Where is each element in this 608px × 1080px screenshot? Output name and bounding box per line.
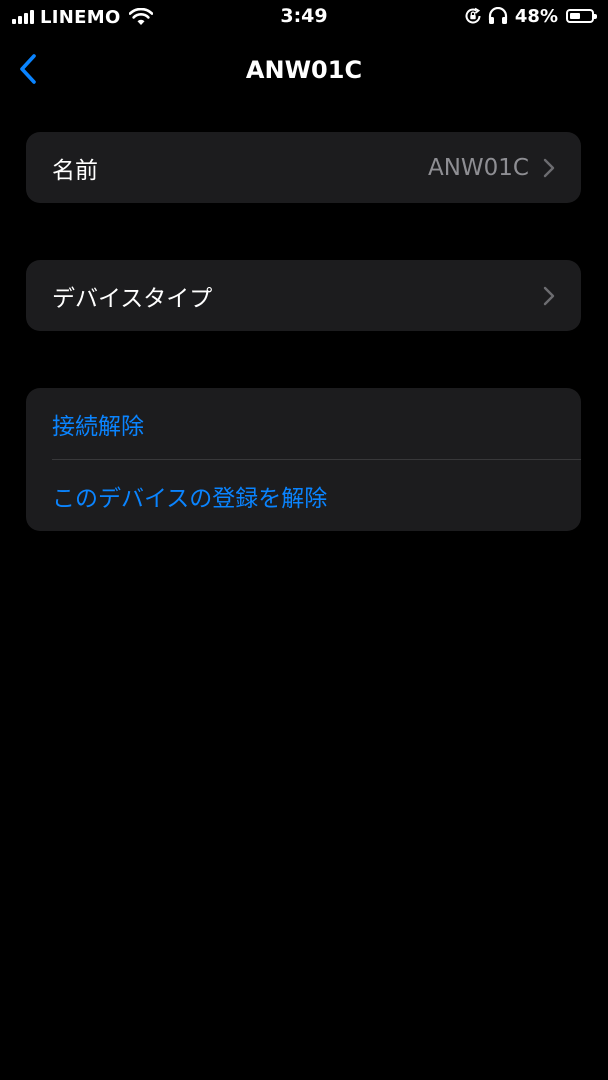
unregister-device-label: このデバイスの登録を解除: [52, 485, 328, 512]
name-group: 名前 ANW01C: [26, 132, 581, 203]
battery-fill: [570, 13, 580, 19]
battery-cap: [594, 14, 597, 19]
rotation-lock-icon: [465, 7, 481, 24]
disconnect-button[interactable]: 接続解除: [26, 388, 581, 459]
actions-group: 接続解除 このデバイスの登録を解除: [26, 388, 581, 531]
battery-percentage: 48%: [514, 5, 558, 27]
name-row[interactable]: 名前 ANW01C: [26, 132, 581, 203]
status-bar: LINEMO 3:49 48%: [0, 0, 608, 34]
navigation-bar: ANW01C: [0, 44, 608, 94]
page-title: ANW01C: [245, 56, 363, 84]
device-type-group: デバイスタイプ: [26, 260, 581, 331]
battery-icon: [566, 9, 597, 23]
headphones-icon: [488, 7, 508, 24]
chevron-right-icon: [543, 158, 555, 178]
chevron-right-icon: [543, 286, 555, 306]
device-type-label: デバイスタイプ: [52, 285, 213, 312]
name-label: 名前: [52, 157, 98, 184]
disconnect-label: 接続解除: [52, 413, 144, 440]
unregister-device-button[interactable]: このデバイスの登録を解除: [26, 460, 581, 531]
status-right: 48%: [464, 5, 597, 27]
device-type-row[interactable]: デバイスタイプ: [26, 260, 581, 331]
name-value: ANW01C: [427, 154, 529, 181]
